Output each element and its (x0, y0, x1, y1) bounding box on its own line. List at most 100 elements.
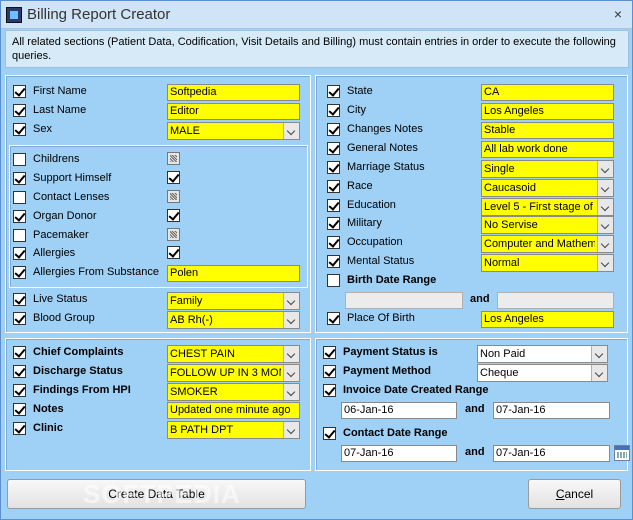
education-value: Level 5 - First stage of t (484, 201, 595, 213)
app-icon (6, 7, 22, 23)
payment-method-checkbox[interactable] (323, 365, 336, 378)
chevron-down-icon[interactable] (283, 384, 299, 400)
place-of-birth-label: Place Of Birth (347, 312, 415, 324)
last-name-checkbox[interactable] (13, 104, 26, 117)
invoice-date-from-field[interactable]: 06-Jan-16 (341, 402, 457, 419)
changes-notes-field[interactable]: Stable (481, 122, 614, 139)
chief-complaints-checkbox[interactable] (13, 346, 26, 359)
clinic-dropdown[interactable]: B PATH DPT (167, 421, 300, 439)
payment-method-dropdown[interactable]: Cheque (477, 364, 608, 382)
chevron-down-icon[interactable] (597, 236, 613, 252)
place-of-birth-checkbox[interactable] (327, 312, 340, 325)
birth-date-to-field[interactable] (497, 292, 614, 309)
changes-notes-label: Changes Notes (347, 123, 423, 135)
pacemaker-value-checkbox[interactable] (167, 228, 180, 241)
education-dropdown[interactable]: Level 5 - First stage of t (481, 198, 614, 216)
support-himself-label: Support Himself (33, 172, 112, 184)
chevron-down-icon[interactable] (597, 199, 613, 215)
sex-dropdown[interactable]: MALE (167, 122, 300, 140)
create-data-table-button[interactable]: Create Data Table (7, 479, 306, 509)
calendar-icon[interactable] (614, 445, 630, 461)
childrens-value-checkbox[interactable] (167, 152, 180, 165)
notes-checkbox[interactable] (13, 403, 26, 416)
race-dropdown[interactable]: Caucasoid (481, 179, 614, 197)
state-field[interactable]: CA (481, 84, 614, 101)
findings-hpi-checkbox[interactable] (13, 384, 26, 397)
contact-date-to-field[interactable]: 07-Jan-16 (493, 445, 610, 462)
chevron-down-icon[interactable] (591, 346, 607, 362)
allergies-checkbox[interactable] (13, 247, 26, 260)
organ-donor-checkbox[interactable] (13, 210, 26, 223)
chief-complaints-dropdown[interactable]: CHEST PAIN (167, 345, 300, 363)
close-icon[interactable]: × (609, 5, 627, 23)
changes-notes-checkbox[interactable] (327, 123, 340, 136)
chevron-down-icon[interactable] (591, 365, 607, 381)
chevron-down-icon[interactable] (283, 365, 299, 381)
support-himself-value-checkbox[interactable] (167, 171, 180, 184)
chevron-down-icon[interactable] (283, 293, 299, 309)
live-status-checkbox[interactable] (13, 293, 26, 306)
contact-date-range-checkbox[interactable] (323, 427, 336, 440)
city-checkbox[interactable] (327, 104, 340, 117)
mental-status-label: Mental Status (347, 255, 415, 267)
payment-status-value: Non Paid (480, 348, 526, 360)
mental-status-dropdown[interactable]: Normal (481, 254, 614, 272)
general-notes-field[interactable]: All lab work done (481, 141, 614, 158)
birth-date-from-field[interactable] (345, 292, 463, 309)
city-field[interactable]: Los Angeles (481, 103, 614, 120)
last-name-label: Last Name (33, 104, 87, 116)
discharge-status-dropdown[interactable]: FOLLOW UP IN 3 MONT (167, 364, 300, 382)
birth-date-range-checkbox[interactable] (327, 274, 340, 287)
sex-checkbox[interactable] (13, 123, 26, 136)
cancel-button[interactable]: Cancel (528, 479, 621, 509)
blood-group-checkbox[interactable] (13, 312, 26, 325)
chevron-down-icon[interactable] (597, 217, 613, 233)
chevron-down-icon[interactable] (283, 422, 299, 438)
first-name-field[interactable]: Softpedia (167, 84, 300, 101)
live-status-dropdown[interactable]: Family (167, 292, 300, 310)
childrens-checkbox[interactable] (13, 153, 26, 166)
payment-status-dropdown[interactable]: Non Paid (477, 345, 608, 363)
allergies-value-checkbox[interactable] (167, 246, 180, 259)
first-name-checkbox[interactable] (13, 85, 26, 98)
chevron-down-icon[interactable] (283, 346, 299, 362)
marriage-status-dropdown[interactable]: Single (481, 160, 614, 178)
chevron-down-icon[interactable] (597, 180, 613, 196)
findings-hpi-value: SMOKER (170, 386, 218, 398)
invoice-date-to-field[interactable]: 07-Jan-16 (493, 402, 610, 419)
military-dropdown[interactable]: No Servise (481, 216, 614, 234)
mental-status-checkbox[interactable] (327, 255, 340, 268)
allergies-substance-checkbox[interactable] (13, 266, 26, 279)
clinic-checkbox[interactable] (13, 422, 26, 435)
state-checkbox[interactable] (327, 85, 340, 98)
allergies-substance-field[interactable]: Polen (167, 265, 300, 282)
place-of-birth-field[interactable]: Los Angeles (481, 311, 614, 328)
blood-group-dropdown[interactable]: AB Rh(-) (167, 311, 300, 329)
education-checkbox[interactable] (327, 199, 340, 212)
findings-hpi-dropdown[interactable]: SMOKER (167, 383, 300, 401)
education-label: Education (347, 199, 396, 211)
chevron-down-icon[interactable] (597, 161, 613, 177)
invoice-date-range-checkbox[interactable] (323, 384, 336, 397)
occupation-checkbox[interactable] (327, 236, 340, 249)
contact-lenses-checkbox[interactable] (13, 191, 26, 204)
allergies-label: Allergies (33, 247, 76, 259)
last-name-field[interactable]: Editor (167, 103, 300, 120)
discharge-status-checkbox[interactable] (13, 365, 26, 378)
military-checkbox[interactable] (327, 217, 340, 230)
pacemaker-checkbox[interactable] (13, 229, 26, 242)
chevron-down-icon[interactable] (283, 123, 299, 139)
contact-lenses-value-checkbox[interactable] (167, 190, 180, 203)
race-value: Caucasoid (484, 182, 536, 194)
marriage-status-checkbox[interactable] (327, 161, 340, 174)
occupation-dropdown[interactable]: Computer and Mathema (481, 235, 614, 253)
contact-date-from-field[interactable]: 07-Jan-16 (341, 445, 457, 462)
notes-field[interactable]: Updated one minute ago (167, 402, 300, 419)
support-himself-checkbox[interactable] (13, 172, 26, 185)
general-notes-checkbox[interactable] (327, 142, 340, 155)
payment-status-checkbox[interactable] (323, 346, 336, 359)
race-checkbox[interactable] (327, 180, 340, 193)
chevron-down-icon[interactable] (597, 255, 613, 271)
organ-donor-value-checkbox[interactable] (167, 209, 180, 222)
chevron-down-icon[interactable] (283, 312, 299, 328)
